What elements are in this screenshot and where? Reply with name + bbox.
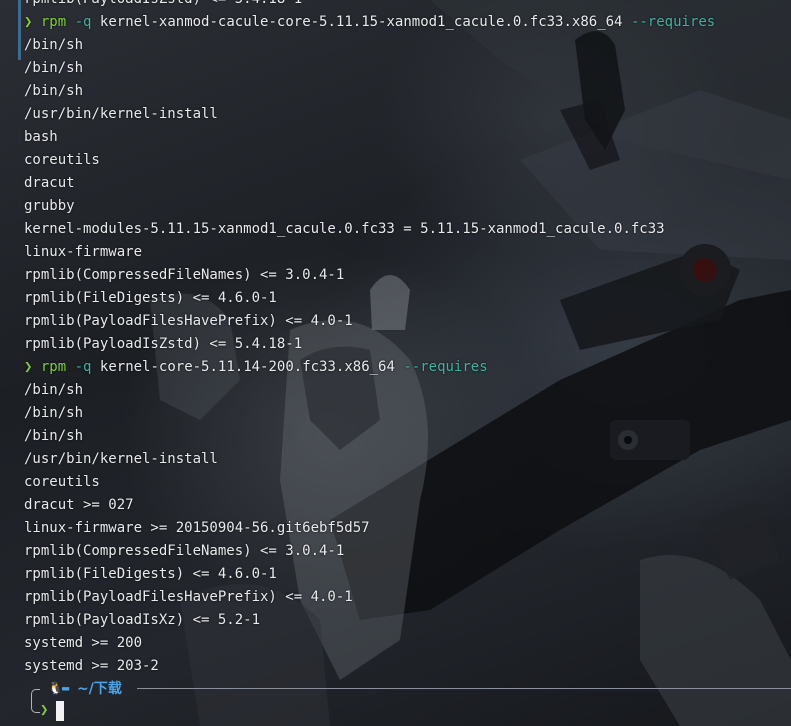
prompt-arrow-icon: ❯	[40, 702, 49, 718]
command-line: ❯ rpm -q kernel-xanmod-cacule-core-5.11.…	[24, 11, 791, 34]
output-line: systemd >= 200	[24, 635, 143, 651]
output-line: systemd >= 203-2	[24, 658, 159, 674]
output-line: rpmlib(PayloadFilesHavePrefix) <= 4.0-1	[24, 589, 353, 605]
prompt-arrow-icon: ❯	[24, 359, 33, 375]
prompt-divider-line	[137, 688, 791, 689]
output-line: rpmlib(FileDigests) <= 4.6.0-1	[24, 290, 277, 306]
shell-prompt[interactable]: 🐧 ▬ ~/下载 ❯	[24, 678, 791, 726]
terminal-window[interactable]: rpmlib(PayloadIsZstd) <= 5.4.18-1❯ rpm -…	[0, 0, 791, 726]
output-line: dracut	[24, 175, 75, 191]
output-line: linux-firmware	[24, 244, 143, 260]
output-line: rpmlib(PayloadIsZstd) <= 5.4.18-1	[24, 0, 791, 11]
command-name: rpm	[40, 359, 67, 375]
prompt-current-directory: ~/下载	[77, 681, 122, 697]
output-line: /bin/sh	[24, 428, 84, 444]
output-line: bash	[24, 129, 58, 145]
output-line: rpmlib(PayloadFilesHavePrefix) <= 4.0-1	[24, 313, 353, 329]
output-line: dracut >= 027	[24, 497, 134, 513]
prompt-bracket-bottom	[31, 700, 40, 713]
command-flag: --requires	[403, 359, 488, 375]
command-flag: --requires	[630, 14, 716, 30]
active-pane-indicator	[18, 0, 21, 60]
output-line: rpmlib(PayloadIsZstd) <= 5.4.18-1	[24, 336, 303, 352]
command-flag: -q	[74, 359, 92, 375]
command-line: ❯ rpm -q kernel-core-5.11.14-200.fc33.x8…	[24, 356, 791, 379]
command-name: rpm	[40, 14, 67, 30]
output-line: grubby	[24, 198, 75, 214]
linux-penguin-icon: 🐧	[48, 681, 63, 695]
output-line: /bin/sh	[24, 37, 84, 53]
output-line: rpmlib(PayloadIsXz) <= 5.2-1	[24, 612, 261, 628]
output-line: /bin/sh	[24, 60, 84, 76]
command-argument: kernel-xanmod-cacule-core-5.11.15-xanmod…	[99, 14, 623, 30]
terminal-output: rpmlib(PayloadIsZstd) <= 5.4.18-1❯ rpm -…	[24, 0, 791, 678]
command-argument: kernel-core-5.11.14-200.fc33.x86_64	[99, 359, 395, 375]
output-line: /usr/bin/kernel-install	[24, 451, 218, 467]
output-line: /bin/sh	[24, 382, 84, 398]
output-line: coreutils	[24, 474, 100, 490]
output-line: rpmlib(FileDigests) <= 4.6.0-1	[24, 566, 277, 582]
output-line: coreutils	[24, 152, 100, 168]
folder-icon: ▬	[62, 681, 70, 695]
output-line: /bin/sh	[24, 405, 84, 421]
text-cursor[interactable]	[56, 701, 64, 721]
command-flag: -q	[74, 14, 92, 30]
output-line: /bin/sh	[24, 83, 84, 99]
prompt-arrow-icon: ❯	[24, 14, 33, 30]
output-line: rpmlib(CompressedFileNames) <= 3.0.4-1	[24, 267, 345, 283]
output-line: rpmlib(CompressedFileNames) <= 3.0.4-1	[24, 543, 345, 559]
output-line: kernel-modules-5.11.15-xanmod1_cacule.0.…	[24, 221, 665, 237]
output-line: /usr/bin/kernel-install	[24, 106, 218, 122]
output-line: linux-firmware >= 20150904-56.git6ebf5d5…	[24, 520, 370, 536]
